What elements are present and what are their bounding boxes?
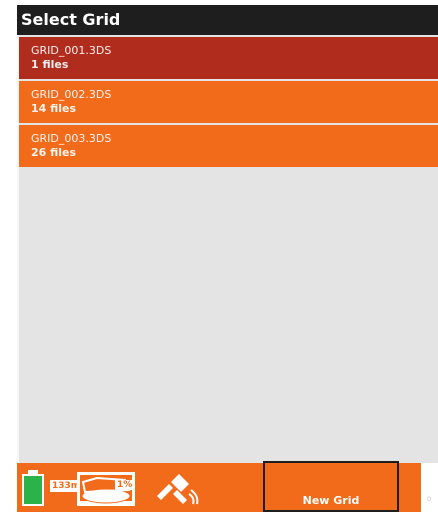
grid-file-count: 14 files [31, 102, 77, 115]
battery-level [22, 474, 44, 506]
select-grid-screen: Select Grid GRID_001.3DS 1 files GRID_00… [0, 0, 438, 512]
new-grid-button[interactable]: New Grid [263, 461, 399, 512]
disk-icon: 1% [77, 470, 139, 506]
grid-item-1[interactable]: GRID_001.3DS 1 files [19, 37, 438, 79]
battery-icon: 133m [22, 470, 83, 506]
grid-list[interactable]: GRID_001.3DS 1 files GRID_002.3DS 14 fil… [17, 35, 438, 463]
grid-file-count: 1 files [31, 58, 69, 71]
satellite-icon [145, 470, 201, 506]
left-margin [0, 0, 17, 512]
grid-name: GRID_001.3DS [31, 44, 112, 57]
grid-item-3[interactable]: GRID_003.3DS 26 files [19, 125, 438, 167]
page-title: Select Grid [17, 5, 438, 35]
overflow-indicator-icon: ◦ [425, 492, 434, 508]
grid-item-2[interactable]: GRID_002.3DS 14 files [19, 81, 438, 123]
grid-name: GRID_002.3DS [31, 88, 112, 101]
disk-usage-label: 1% [115, 480, 135, 490]
grid-name: GRID_003.3DS [31, 132, 112, 145]
grid-file-count: 26 files [31, 146, 77, 159]
